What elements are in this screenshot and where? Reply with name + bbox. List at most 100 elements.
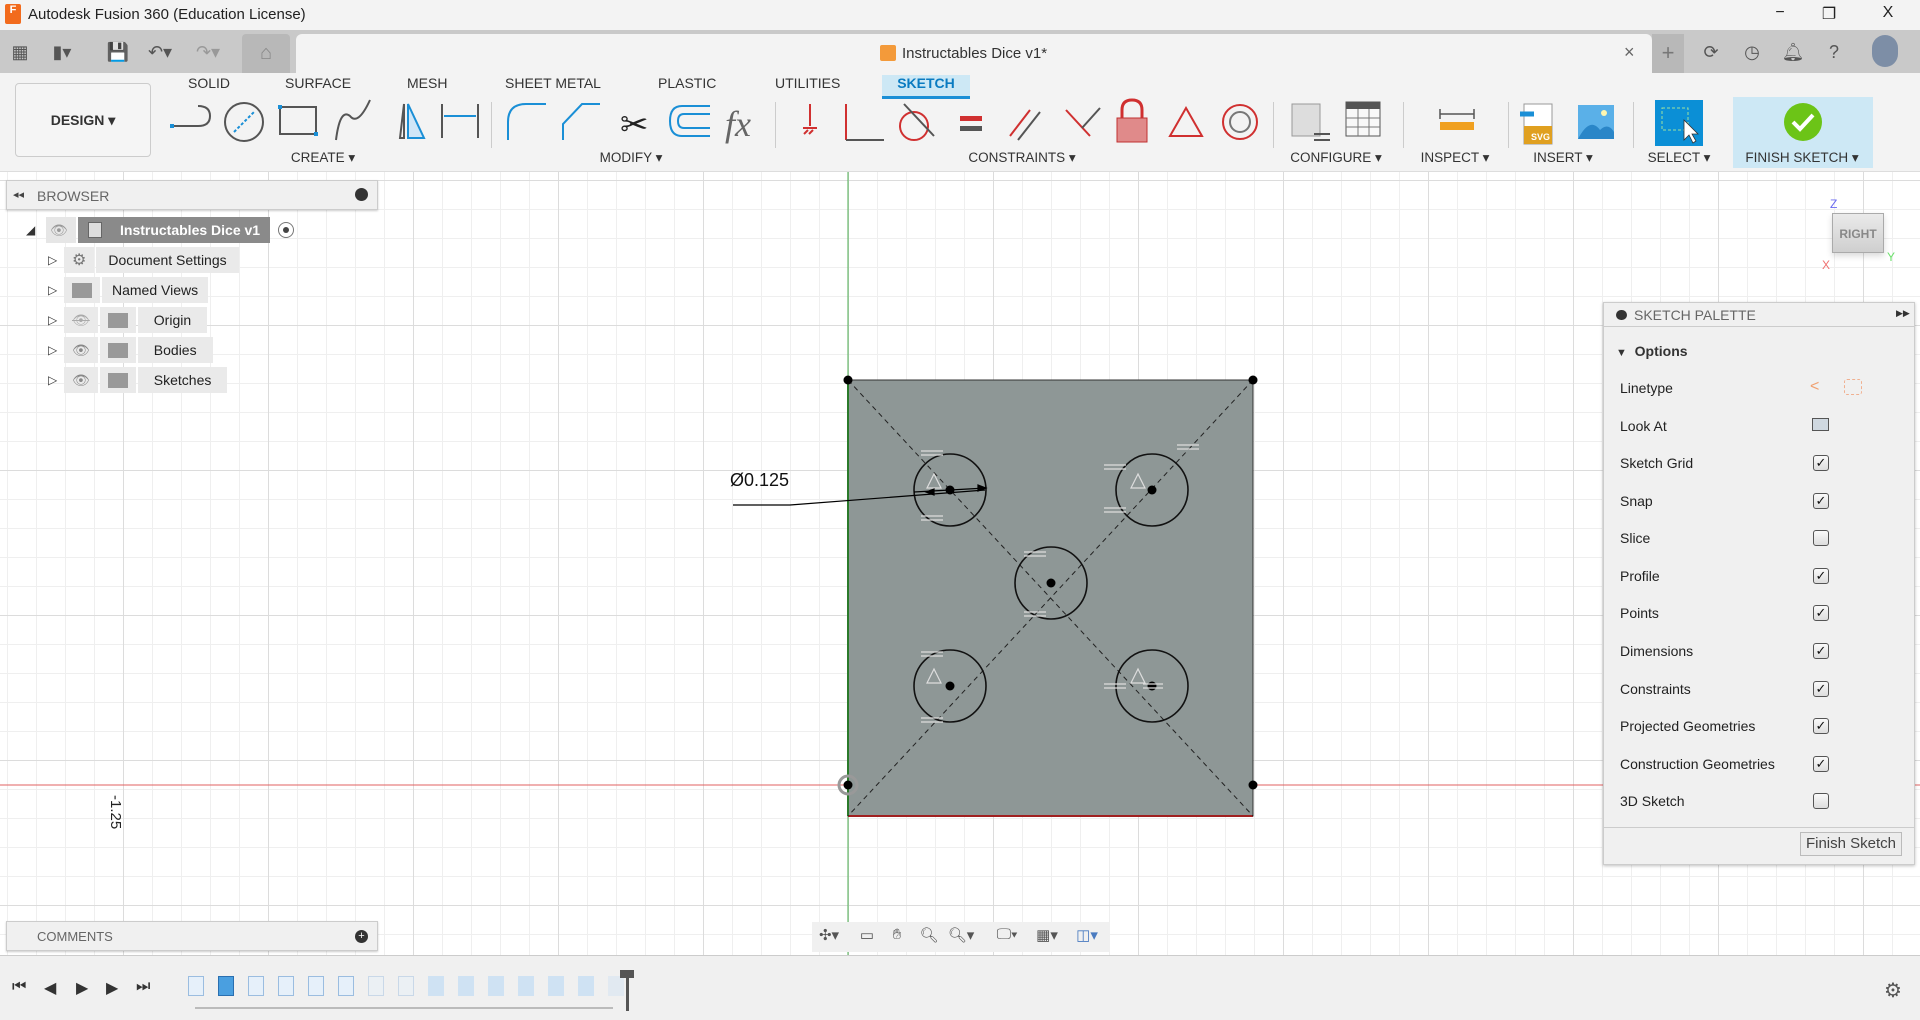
parallel-constraint-icon[interactable]: [1009, 109, 1041, 141]
minimize-palette-icon[interactable]: [1616, 310, 1627, 320]
look-at-icon[interactable]: ▭: [852, 926, 882, 948]
select-menu[interactable]: SELECT ▾: [1648, 150, 1711, 166]
viewports-icon[interactable]: ◫▾: [1072, 926, 1102, 948]
go-to-start-icon[interactable]: ⏮: [12, 978, 26, 996]
zoom-icon[interactable]: 🔍︎: [914, 926, 944, 948]
browser-root-item[interactable]: ◢ 👁︎ Instructables Dice v1: [26, 217, 295, 243]
lock-constraint-icon[interactable]: [1116, 98, 1148, 143]
browser-item-bodies[interactable]: ▷ 👁︎ Bodies: [48, 337, 215, 363]
coincident-perpendicular-icon[interactable]: [845, 104, 884, 141]
minimize-panel-icon[interactable]: [355, 188, 368, 201]
option-checkbox[interactable]: ✓: [1813, 567, 1829, 584]
expand-arrow-icon[interactable]: ▷: [48, 313, 64, 327]
options-section-header[interactable]: ▼ Options: [1616, 343, 1688, 359]
line-tool-icon[interactable]: [170, 105, 212, 128]
root-component-label[interactable]: Instructables Dice v1: [78, 217, 271, 243]
timeline-sketch-feature[interactable]: [338, 976, 354, 996]
dimension-tool-icon[interactable]: [441, 104, 479, 138]
construction-linetype-icon[interactable]: <: [1810, 378, 1819, 396]
create-menu[interactable]: CREATE ▾: [291, 150, 355, 166]
timeline-extrude-feature[interactable]: [488, 976, 504, 996]
add-comment-icon[interactable]: +: [355, 930, 368, 943]
visibility-eye-icon[interactable]: 👁︎: [64, 337, 98, 363]
offset-tool-icon[interactable]: [668, 105, 710, 137]
go-to-end-icon[interactable]: ⏭: [136, 978, 150, 996]
step-forward-icon[interactable]: ▶: [106, 978, 118, 998]
expand-arrow-icon[interactable]: ▷: [48, 253, 64, 267]
modify-menu[interactable]: MODIFY ▾: [600, 150, 663, 166]
expand-arrow-icon[interactable]: ▷: [48, 283, 64, 297]
job-status-icon[interactable]: ◷: [1738, 38, 1766, 66]
option-checkbox[interactable]: ✓: [1813, 718, 1829, 735]
timeline-sketch-feature[interactable]: [188, 976, 204, 996]
settings-gear-icon[interactable]: ⚙: [1884, 978, 1902, 1003]
redo-icon[interactable]: ↷▾: [194, 38, 222, 66]
home-icon[interactable]: ⌂: [242, 34, 290, 73]
timeline-extrude-feature[interactable]: [428, 976, 444, 996]
file-menu-icon[interactable]: ▮▾: [48, 38, 76, 66]
perpendicular-constraint-icon[interactable]: [1065, 107, 1101, 137]
circle-tool-icon[interactable]: [224, 102, 264, 142]
help-icon[interactable]: ?: [1820, 38, 1848, 66]
display-settings-icon[interactable]: 🖵▾: [992, 926, 1022, 948]
timeline-marker[interactable]: [626, 973, 629, 1011]
orbit-icon[interactable]: ✣▾: [814, 926, 844, 948]
diameter-dimension-label[interactable]: Ø0.125: [730, 470, 789, 491]
restore-button[interactable]: ❐: [1814, 4, 1844, 26]
finish-sketch-button[interactable]: FINISH SKETCH ▾: [1745, 150, 1858, 166]
concentric-constraint-icon[interactable]: [1222, 104, 1258, 140]
finish-sketch-check-icon[interactable]: [1784, 103, 1822, 141]
activate-radio-icon[interactable]: [278, 222, 295, 238]
collapse-panel-icon[interactable]: ◂◂: [13, 188, 24, 201]
grid-settings-icon[interactable]: ▦▾: [1032, 926, 1062, 948]
insert-svg-icon[interactable]: SVG: [1520, 103, 1553, 145]
expand-arrow-icon[interactable]: ▷: [48, 343, 64, 357]
close-window-button[interactable]: X: [1873, 4, 1903, 26]
browser-item-sketches[interactable]: ▷ 👁︎ Sketches: [48, 367, 229, 393]
timeline-extrude-feature[interactable]: [518, 976, 534, 996]
pan-hand-icon[interactable]: ✋︎: [882, 926, 912, 948]
parameters-fx-icon[interactable]: fx: [725, 104, 751, 144]
configure-component-icon[interactable]: [1291, 103, 1330, 141]
option-checkbox[interactable]: ✓: [1813, 680, 1829, 697]
extensions-icon[interactable]: ⟳: [1697, 38, 1725, 66]
fillet-tool-icon[interactable]: [507, 103, 546, 140]
apps-grid-icon[interactable]: ▦: [6, 38, 34, 66]
tangent-constraint-icon[interactable]: [899, 103, 935, 141]
constraints-menu[interactable]: CONSTRAINTS ▾: [968, 150, 1075, 166]
measure-ruler-icon[interactable]: [1439, 109, 1475, 130]
hidden-eye-icon[interactable]: 👁︎: [64, 307, 98, 333]
mirror-tool-icon[interactable]: [398, 103, 426, 139]
minimize-button[interactable]: −: [1765, 4, 1795, 26]
spline-tool-icon[interactable]: [335, 99, 371, 141]
fix-constraint-icon[interactable]: [803, 104, 817, 135]
timeline-extrude-feature[interactable]: [608, 976, 624, 996]
option-checkbox[interactable]: ✓: [1813, 605, 1829, 622]
collapse-arrow-icon[interactable]: ◢: [26, 223, 42, 237]
option-checkbox[interactable]: ✓: [1813, 755, 1829, 772]
timeline-sketch-feature[interactable]: [278, 976, 294, 996]
save-icon[interactable]: 💾: [104, 38, 132, 66]
timeline-sketch-feature[interactable]: [248, 976, 264, 996]
insert-menu[interactable]: INSERT ▾: [1533, 150, 1593, 166]
document-tab[interactable]: Instructables Dice v1* ×: [296, 34, 1652, 74]
user-avatar[interactable]: [1872, 35, 1898, 67]
timeline-sketch-feature[interactable]: [368, 976, 384, 996]
visibility-eye-icon[interactable]: 👁︎: [46, 217, 76, 243]
insert-image-icon[interactable]: [1578, 105, 1614, 139]
fit-zoom-icon[interactable]: 🔍︎▾: [946, 926, 976, 948]
browser-item-named-views[interactable]: ▷ Named Views: [48, 277, 210, 303]
equal-constraint-icon[interactable]: [960, 116, 982, 131]
timeline-sketch-feature[interactable]: [398, 976, 414, 996]
browser-item-origin[interactable]: ▷ 👁︎ Origin: [48, 307, 209, 333]
notifications-bell-icon[interactable]: 🔔︎: [1779, 38, 1807, 66]
timeline-sketch-feature[interactable]: [308, 976, 324, 996]
select-tool-icon[interactable]: [1655, 100, 1703, 146]
option-checkbox[interactable]: ✓: [1813, 492, 1829, 509]
option-checkbox[interactable]: ✓: [1813, 643, 1829, 659]
option-checkbox[interactable]: ✓: [1813, 455, 1829, 471]
option-checkbox[interactable]: [1813, 530, 1829, 547]
rectangle-tool-icon[interactable]: [278, 105, 318, 136]
symmetry-constraint-icon[interactable]: [1168, 105, 1204, 137]
visibility-eye-icon[interactable]: 👁︎: [64, 367, 98, 393]
